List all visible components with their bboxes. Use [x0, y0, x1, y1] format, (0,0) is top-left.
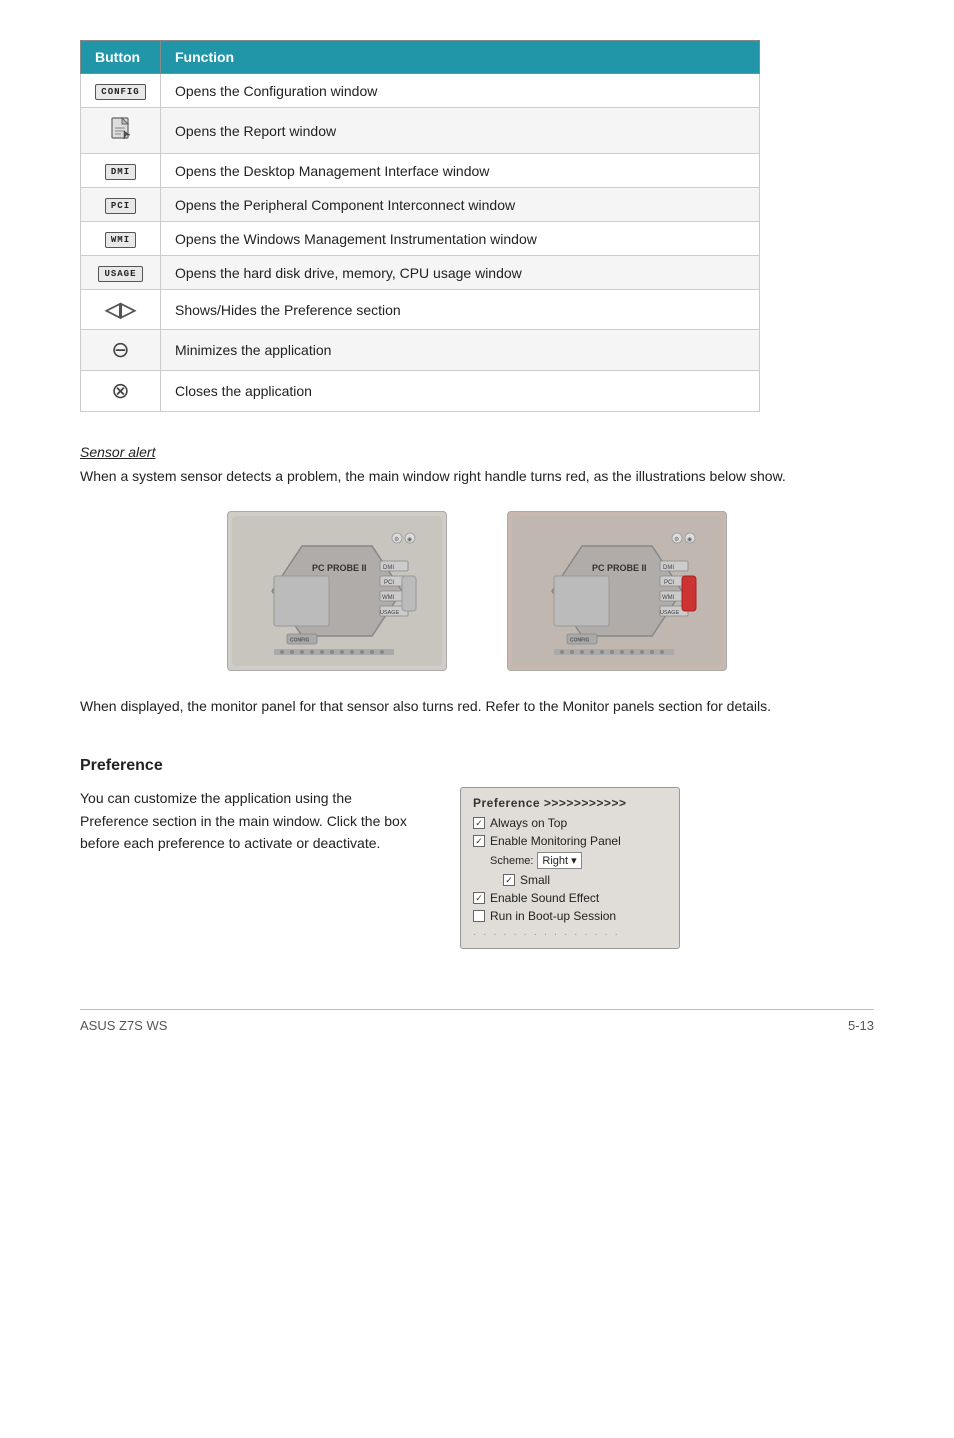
probe-image-alert: PC PROBE II DMI PCI WMI USAGE CONFIG ⚙ ◉: [507, 511, 727, 671]
table-header-function: Function: [161, 41, 760, 74]
dropdown-arrow-icon: ▾: [571, 854, 577, 867]
svg-text:PCI: PCI: [384, 580, 394, 586]
pref-checkbox-always-on-top[interactable]: ✓: [473, 817, 485, 829]
wmi-button-icon: WMI: [105, 232, 136, 248]
table-row: USAGE Opens the hard disk drive, memory,…: [81, 256, 760, 290]
function-cell: Opens the Windows Management Instrumenta…: [161, 222, 760, 256]
preference-description: You can customize the application using …: [80, 787, 420, 854]
button-cell: ⊗: [81, 371, 161, 412]
svg-text:CONFIG: CONFIG: [290, 638, 310, 644]
pci-button-icon: PCI: [105, 198, 136, 214]
footer-page-number: 5-13: [848, 1018, 874, 1033]
pref-item-always-on-top[interactable]: ✓ Always on Top: [473, 816, 667, 830]
svg-text:◉: ◉: [407, 537, 412, 543]
button-cell: USAGE: [81, 256, 161, 290]
pref-label-small: Small: [520, 873, 550, 887]
dmi-button-icon: DMI: [105, 164, 136, 180]
pref-scheme-label: Scheme:: [490, 855, 533, 867]
pref-item-enable-monitoring[interactable]: ✓ Enable Monitoring Panel: [473, 834, 667, 848]
svg-text:WMI: WMI: [662, 595, 675, 601]
table-row: CONFIG Opens the Configuration window: [81, 74, 760, 108]
svg-text:CONFIG: CONFIG: [570, 638, 590, 644]
button-cell: [81, 108, 161, 154]
button-cell: WMI: [81, 222, 161, 256]
preference-section: Preference You can customize the applica…: [80, 757, 874, 949]
close-button-icon: ⊗: [111, 378, 129, 403]
svg-text:◉: ◉: [687, 537, 692, 543]
pref-item-small[interactable]: ✓ Small: [503, 873, 667, 887]
sensor-alert-title: Sensor alert: [80, 444, 874, 460]
report-button-icon: [107, 115, 135, 143]
pref-checkbox-boot-up[interactable]: [473, 910, 485, 922]
minimize-button-icon: ⊖: [111, 337, 129, 362]
pref-scheme-select[interactable]: Right ▾: [537, 852, 581, 869]
table-row: DMI Opens the Desktop Management Interfa…: [81, 154, 760, 188]
sensor-alert-section: Sensor alert When a system sensor detect…: [80, 444, 874, 487]
svg-text:WMI: WMI: [382, 595, 395, 601]
svg-text:DMI: DMI: [663, 565, 674, 571]
preference-panel: Preference >>>>>>>>>>> ✓ Always on Top ✓…: [460, 787, 680, 949]
preference-title: Preference: [80, 757, 874, 775]
function-cell: Opens the hard disk drive, memory, CPU u…: [161, 256, 760, 290]
function-table: Button Function CONFIG Opens the Configu…: [80, 40, 760, 412]
table-row: WMI Opens the Windows Management Instrum…: [81, 222, 760, 256]
pref-dots-decoration: · · · · · · · · · · · · · · ·: [473, 929, 667, 940]
page-footer: ASUS Z7S WS 5-13: [80, 1009, 874, 1033]
table-row: Opens the Report window: [81, 108, 760, 154]
table-row: PCI Opens the Peripheral Component Inter…: [81, 188, 760, 222]
svg-text:PCI: PCI: [664, 580, 674, 586]
button-cell: ◁▷: [81, 290, 161, 330]
probe-images-container: PC PROBE II DMI PCI WMI USAGE CONFIG ⚙ ◉: [80, 511, 874, 671]
svg-text:PC PROBE II: PC PROBE II: [592, 563, 647, 573]
pref-checkbox-sound-effect[interactable]: ✓: [473, 892, 485, 904]
preference-panel-title: Preference >>>>>>>>>>>: [473, 796, 667, 810]
function-cell: Opens the Desktop Management Interface w…: [161, 154, 760, 188]
svg-text:PC PROBE II: PC PROBE II: [312, 563, 367, 573]
pref-label-boot-up: Run in Boot-up Session: [490, 909, 616, 923]
pref-label-always-on-top: Always on Top: [490, 816, 567, 830]
svg-text:USAGE: USAGE: [660, 610, 680, 616]
svg-text:⚙: ⚙: [674, 536, 679, 543]
function-cell: Minimizes the application: [161, 330, 760, 371]
table-row: ⊖ Minimizes the application: [81, 330, 760, 371]
pref-label-enable-monitoring: Enable Monitoring Panel: [490, 834, 621, 848]
button-cell: CONFIG: [81, 74, 161, 108]
function-cell: Opens the Report window: [161, 108, 760, 154]
pref-checkbox-small[interactable]: ✓: [503, 874, 515, 886]
function-cell: Closes the application: [161, 371, 760, 412]
pref-scheme-row: Scheme: Right ▾: [490, 852, 667, 869]
pref-scheme-value: Right: [542, 855, 568, 867]
button-cell: ⊖: [81, 330, 161, 371]
button-cell: PCI: [81, 188, 161, 222]
usage-button-icon: USAGE: [98, 266, 142, 282]
table-row: ⊗ Closes the application: [81, 371, 760, 412]
preference-layout: You can customize the application using …: [80, 787, 874, 949]
function-cell: Opens the Configuration window: [161, 74, 760, 108]
config-button-icon: CONFIG: [95, 84, 145, 100]
footer-product-name: ASUS Z7S WS: [80, 1018, 167, 1033]
arrows-button-icon: ◁▷: [105, 299, 136, 321]
table-row: ◁▷ Shows/Hides the Preference section: [81, 290, 760, 330]
function-cell: Shows/Hides the Preference section: [161, 290, 760, 330]
pref-checkbox-enable-monitoring[interactable]: ✓: [473, 835, 485, 847]
table-header-button: Button: [81, 41, 161, 74]
sensor-alert-paragraph1: When a system sensor detects a problem, …: [80, 466, 874, 487]
pref-label-sound-effect: Enable Sound Effect: [490, 891, 599, 905]
pref-item-sound-effect[interactable]: ✓ Enable Sound Effect: [473, 891, 667, 905]
svg-text:USAGE: USAGE: [380, 610, 400, 616]
pref-item-boot-up[interactable]: Run in Boot-up Session: [473, 909, 667, 923]
button-cell: DMI: [81, 154, 161, 188]
function-cell: Opens the Peripheral Component Interconn…: [161, 188, 760, 222]
svg-text:⚙: ⚙: [394, 536, 399, 543]
svg-text:DMI: DMI: [383, 565, 394, 571]
probe-image-normal: PC PROBE II DMI PCI WMI USAGE CONFIG ⚙ ◉: [227, 511, 447, 671]
sensor-alert-paragraph2: When displayed, the monitor panel for th…: [80, 695, 874, 717]
